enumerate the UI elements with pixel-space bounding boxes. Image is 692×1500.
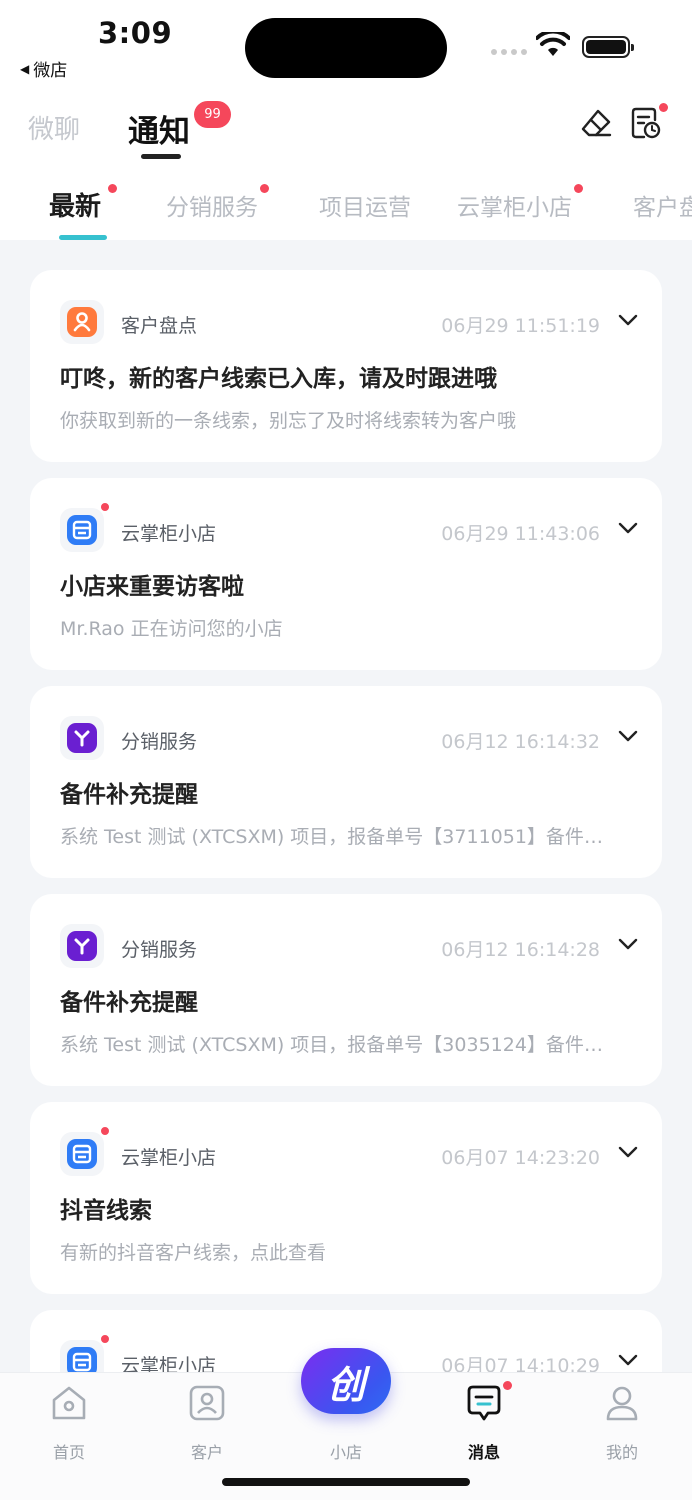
source-logo [60,300,104,344]
category-tab-indicator [59,235,107,240]
create-icon: 创 [326,1362,365,1407]
chevron-down-icon[interactable] [618,938,638,950]
notification-time: 06月29 11:51:19 [441,315,600,337]
category-tab-store[interactable]: 云掌柜小店 [457,188,572,222]
notification-desc: 有新的抖音客户线索，点此查看 [60,1242,327,1264]
eraser-icon[interactable] [580,108,612,140]
contacts-icon [189,1385,225,1421]
chevron-down-icon[interactable] [618,522,638,534]
home-indicator [222,1478,470,1486]
category-tab-distribution[interactable]: 分销服务 [166,188,258,222]
notification-time: 06月12 16:14:28 [441,939,600,961]
home-icon [52,1386,86,1420]
notice-clock-icon[interactable] [630,106,662,140]
y-icon [67,723,97,753]
notification-source: 分销服务 [121,731,198,753]
category-tab-project-ops[interactable]: 项目运营 [319,188,411,222]
tabbar-label: 消息 [467,1443,500,1462]
unread-dot [100,502,110,512]
back-triangle-icon: ◀ [20,61,30,76]
tabbar-label: 我的 [605,1443,638,1462]
unread-dot [100,1334,110,1344]
tab-chat[interactable]: 微聊 [28,109,80,146]
store-icon [67,1139,97,1169]
notification-desc: 系统 Test 测试 (XTCSXM) 项目，报备单号【3035124】备件审核… [60,1034,620,1056]
tab-notifications[interactable]: 通知 [128,106,190,151]
profile-icon [606,1386,638,1421]
store-icon [67,515,97,545]
notification-title: 抖音线索 [60,1198,152,1224]
tabbar-label: 小店 [329,1443,362,1462]
notification-source: 客户盘点 [121,315,198,337]
back-app-label: 微店 [33,61,68,81]
tabbar-label: 首页 [52,1443,85,1462]
chevron-down-icon[interactable] [618,1146,638,1158]
notification-title: 备件补充提醒 [60,990,198,1016]
notification-title: 叮咚，新的客户线索已入库，请及时跟进哦 [60,366,497,392]
notification-desc: 你获取到新的一条线索，别忘了及时将线索转为客户哦 [60,410,517,432]
chevron-down-icon[interactable] [618,1354,638,1366]
notice-unread-dot [659,103,668,112]
source-logo [60,924,104,968]
category-dot [574,184,583,193]
notification-time: 06月12 16:14:32 [441,731,600,753]
battery-icon [582,36,634,58]
notification-card[interactable]: 分销服务 06月12 16:14:28 备件补充提醒 系统 Test 测试 (X… [30,894,662,1086]
tabbar-item-customers[interactable]: 客户 [167,1383,247,1462]
notification-source: 分销服务 [121,939,198,961]
notification-title: 备件补充提醒 [60,782,198,808]
source-logo [60,502,110,552]
tabbar-item-messages[interactable]: 消息 [444,1383,524,1462]
notification-card[interactable]: 分销服务 06月12 16:14:32 备件补充提醒 系统 Test 测试 (X… [30,686,662,878]
category-dot [260,184,269,193]
notification-card[interactable]: 云掌柜小店 06月29 11:43:06 小店来重要访客啦 Mr.Rao 正在访… [30,478,662,670]
cellular-signal-icon [491,49,527,55]
y-icon [67,931,97,961]
category-tab-customer-inventory[interactable]: 客户盘点 [633,188,692,222]
status-time: 3:09 [98,16,173,50]
notification-card[interactable]: 云掌柜小店 06月07 14:23:20 抖音线索 有新的抖音客户线索，点此查看 [30,1102,662,1294]
chevron-down-icon[interactable] [618,314,638,326]
category-tab-latest[interactable]: 最新 [49,186,101,223]
notification-source: 云掌柜小店 [121,1147,217,1169]
category-dot [108,184,117,193]
notification-desc: Mr.Rao 正在访问您的小店 [60,618,283,640]
source-logo [60,1126,110,1176]
dynamic-island [245,18,447,78]
header-tab-indicator [141,154,181,159]
tabbar-label: 客户 [190,1443,223,1462]
notification-desc: 系统 Test 测试 (XTCSXM) 项目，报备单号【3711051】备件审核… [60,826,620,848]
notification-title: 小店来重要访客啦 [60,574,244,600]
unread-count-badge: 99 [194,101,231,128]
create-store-button[interactable]: 创 [301,1348,391,1414]
notification-card[interactable]: 客户盘点 06月29 11:51:19 叮咚，新的客户线索已入库，请及时跟进哦 … [30,270,662,462]
notification-time: 06月29 11:43:06 [441,523,600,545]
back-to-app-button[interactable]: ◀ 微店 [20,56,67,81]
chevron-down-icon[interactable] [618,730,638,742]
person-icon [67,307,97,337]
notification-source: 云掌柜小店 [121,523,217,545]
tabbar-item-profile[interactable]: 我的 [582,1383,662,1462]
wifi-icon [536,32,570,56]
source-logo [60,716,104,760]
notification-time: 06月07 14:23:20 [441,1147,600,1169]
messages-unread-dot [503,1381,512,1390]
unread-dot [100,1126,110,1136]
message-icon [467,1385,501,1421]
tabbar-item-home[interactable]: 首页 [29,1383,109,1462]
